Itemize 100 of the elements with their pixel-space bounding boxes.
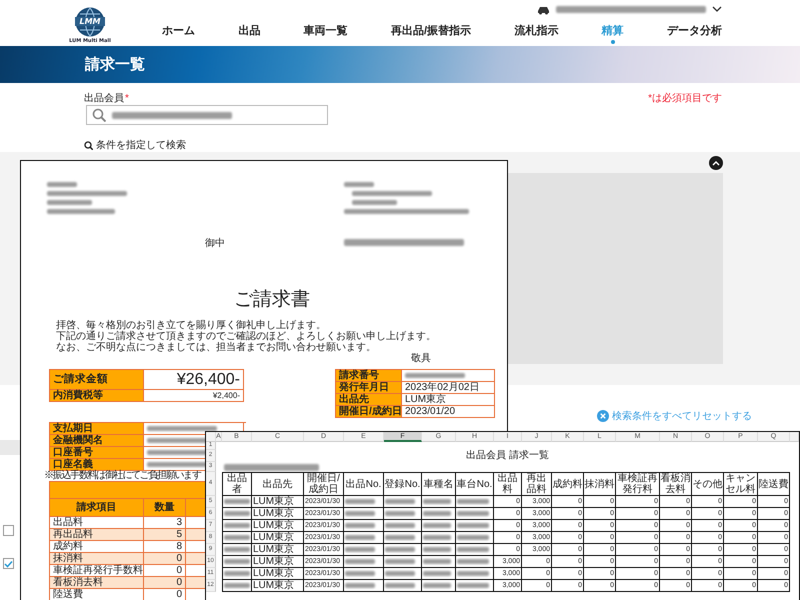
redacted-text <box>345 583 375 588</box>
redacted-text <box>385 523 415 528</box>
redacted-text <box>344 182 374 187</box>
nav-tab[interactable]: ホーム <box>162 16 195 44</box>
redacted-text <box>405 373 465 378</box>
redacted-text <box>457 547 489 552</box>
table-cell: 再出品料 <box>50 529 144 541</box>
redacted-text <box>423 547 451 552</box>
redacted-text <box>457 535 489 540</box>
sheet-title: 出品会員 請求一覧 <box>465 450 550 462</box>
table-cell: 2023/01/20 <box>402 406 495 418</box>
table-header: 車台No. <box>456 472 494 496</box>
filter-toggle[interactable]: 条件を指定して検索 <box>84 138 186 152</box>
table-cell: 0 <box>144 577 186 589</box>
table-cell: 金融機関名 <box>50 435 144 447</box>
table-cell: 2023年02月02日 <box>402 382 495 394</box>
redacted-text <box>457 511 489 516</box>
search-icon <box>84 140 93 150</box>
nav-tab[interactable]: 流札指示 <box>514 16 558 44</box>
closing-text: 敬具 <box>411 353 432 364</box>
table-cell: 口座名義 <box>50 459 144 471</box>
redacted-text <box>224 583 250 588</box>
redacted-text <box>224 559 250 564</box>
total-amount: ¥26,400- <box>144 370 244 390</box>
redacted-text <box>457 583 489 588</box>
table-cell: LUM東京 <box>402 394 495 406</box>
collapse-button[interactable] <box>709 156 723 170</box>
column-header[interactable] <box>790 432 799 442</box>
table-cell: 内消費税等 <box>50 390 144 402</box>
page-title: 請求一覧 <box>85 55 145 74</box>
redacted-text <box>457 523 489 528</box>
redacted-text <box>457 499 489 504</box>
honorific: 御中 <box>205 236 226 250</box>
redacted-text <box>47 200 92 205</box>
nav-tab[interactable]: 車両一覧 <box>304 16 348 44</box>
table-header: 出品先 <box>252 472 304 496</box>
table-header: 再出品料 <box>522 472 552 496</box>
table-cell: 開催日/成約日 <box>336 406 402 418</box>
checkbox[interactable] <box>3 525 14 536</box>
table-header: 出品料 <box>494 472 522 496</box>
fee-note: ※振込手数料は御社にてご負担願います <box>44 471 201 481</box>
table-header: 陸送費 <box>758 472 790 496</box>
nav-tab[interactable]: 再出品/振替指示 <box>390 16 471 44</box>
table-cell: 請求番号 <box>336 370 402 382</box>
redacted-text <box>345 559 375 564</box>
nav-tab[interactable]: 出品 <box>238 16 260 44</box>
table-header: その他 <box>692 472 724 496</box>
redacted-text <box>385 559 415 564</box>
redacted-text <box>385 535 415 540</box>
table-header: 登録No. <box>384 472 422 496</box>
redacted-text <box>385 547 415 552</box>
redacted-text <box>423 571 451 576</box>
table-cell: 陸送費 <box>50 589 144 600</box>
redacted-text <box>147 426 217 431</box>
redacted-text <box>385 571 415 576</box>
table-header: 出品No. <box>344 472 384 496</box>
redacted-text <box>345 499 375 504</box>
table-cell: 看板消去料 <box>50 577 144 589</box>
table-header: 車検証再発行料 <box>616 472 660 496</box>
table-cell: 抹消料 <box>50 553 144 565</box>
redacted-text <box>385 583 415 588</box>
table-cell: 口座番号 <box>50 447 144 459</box>
table-header-bar <box>0 440 20 455</box>
logo-mark: LMM <box>75 17 105 26</box>
search-field[interactable] <box>86 105 328 125</box>
nav-tab[interactable]: データ分析 <box>666 16 722 44</box>
redacted-text <box>47 182 77 187</box>
redacted-text <box>423 511 451 516</box>
chevron-down-icon[interactable] <box>712 5 722 13</box>
table-header: 出品者 <box>222 472 252 496</box>
redacted-text <box>345 535 375 540</box>
table-header: 数量 <box>144 499 186 517</box>
table-cell: 発行年月日 <box>336 382 402 394</box>
redacted-text <box>224 547 250 552</box>
table-cell: 出品先 <box>336 394 402 406</box>
table-cell: 0 <box>144 553 186 565</box>
clear-icon <box>597 410 609 422</box>
greeting-text: 拝啓、毎々格別のお引き立てを賜り厚く御礼申し上げます。 <box>56 320 327 331</box>
checkbox[interactable] <box>3 558 14 569</box>
redacted-text <box>423 499 451 504</box>
chevron-up-icon <box>712 160 720 166</box>
table-header: 成約料 <box>552 472 584 496</box>
table-cell: 支払期日 <box>50 423 144 435</box>
redacted-text <box>385 511 415 516</box>
redacted-text <box>345 511 375 516</box>
table-header: キャンセル料 <box>724 472 758 496</box>
table-header: 開催日/成約日 <box>304 472 344 496</box>
redacted-text <box>385 499 415 504</box>
invoice-title: ご請求書 <box>233 287 311 310</box>
required-note: *は必須項目です <box>648 92 722 105</box>
select-all-corner[interactable] <box>206 432 216 442</box>
redacted-text <box>224 535 250 540</box>
redacted-text <box>352 200 397 205</box>
table-cell: 5 <box>144 529 186 541</box>
redacted-text <box>423 559 451 564</box>
redacted-text <box>423 523 451 528</box>
redacted-text <box>423 535 451 540</box>
table-cell: 0 <box>144 589 186 600</box>
table-header: 請求項目 <box>50 499 144 517</box>
greeting-text: なお、ご不明な点につきましては、担当者までお問い合わせ願います。 <box>56 342 377 353</box>
